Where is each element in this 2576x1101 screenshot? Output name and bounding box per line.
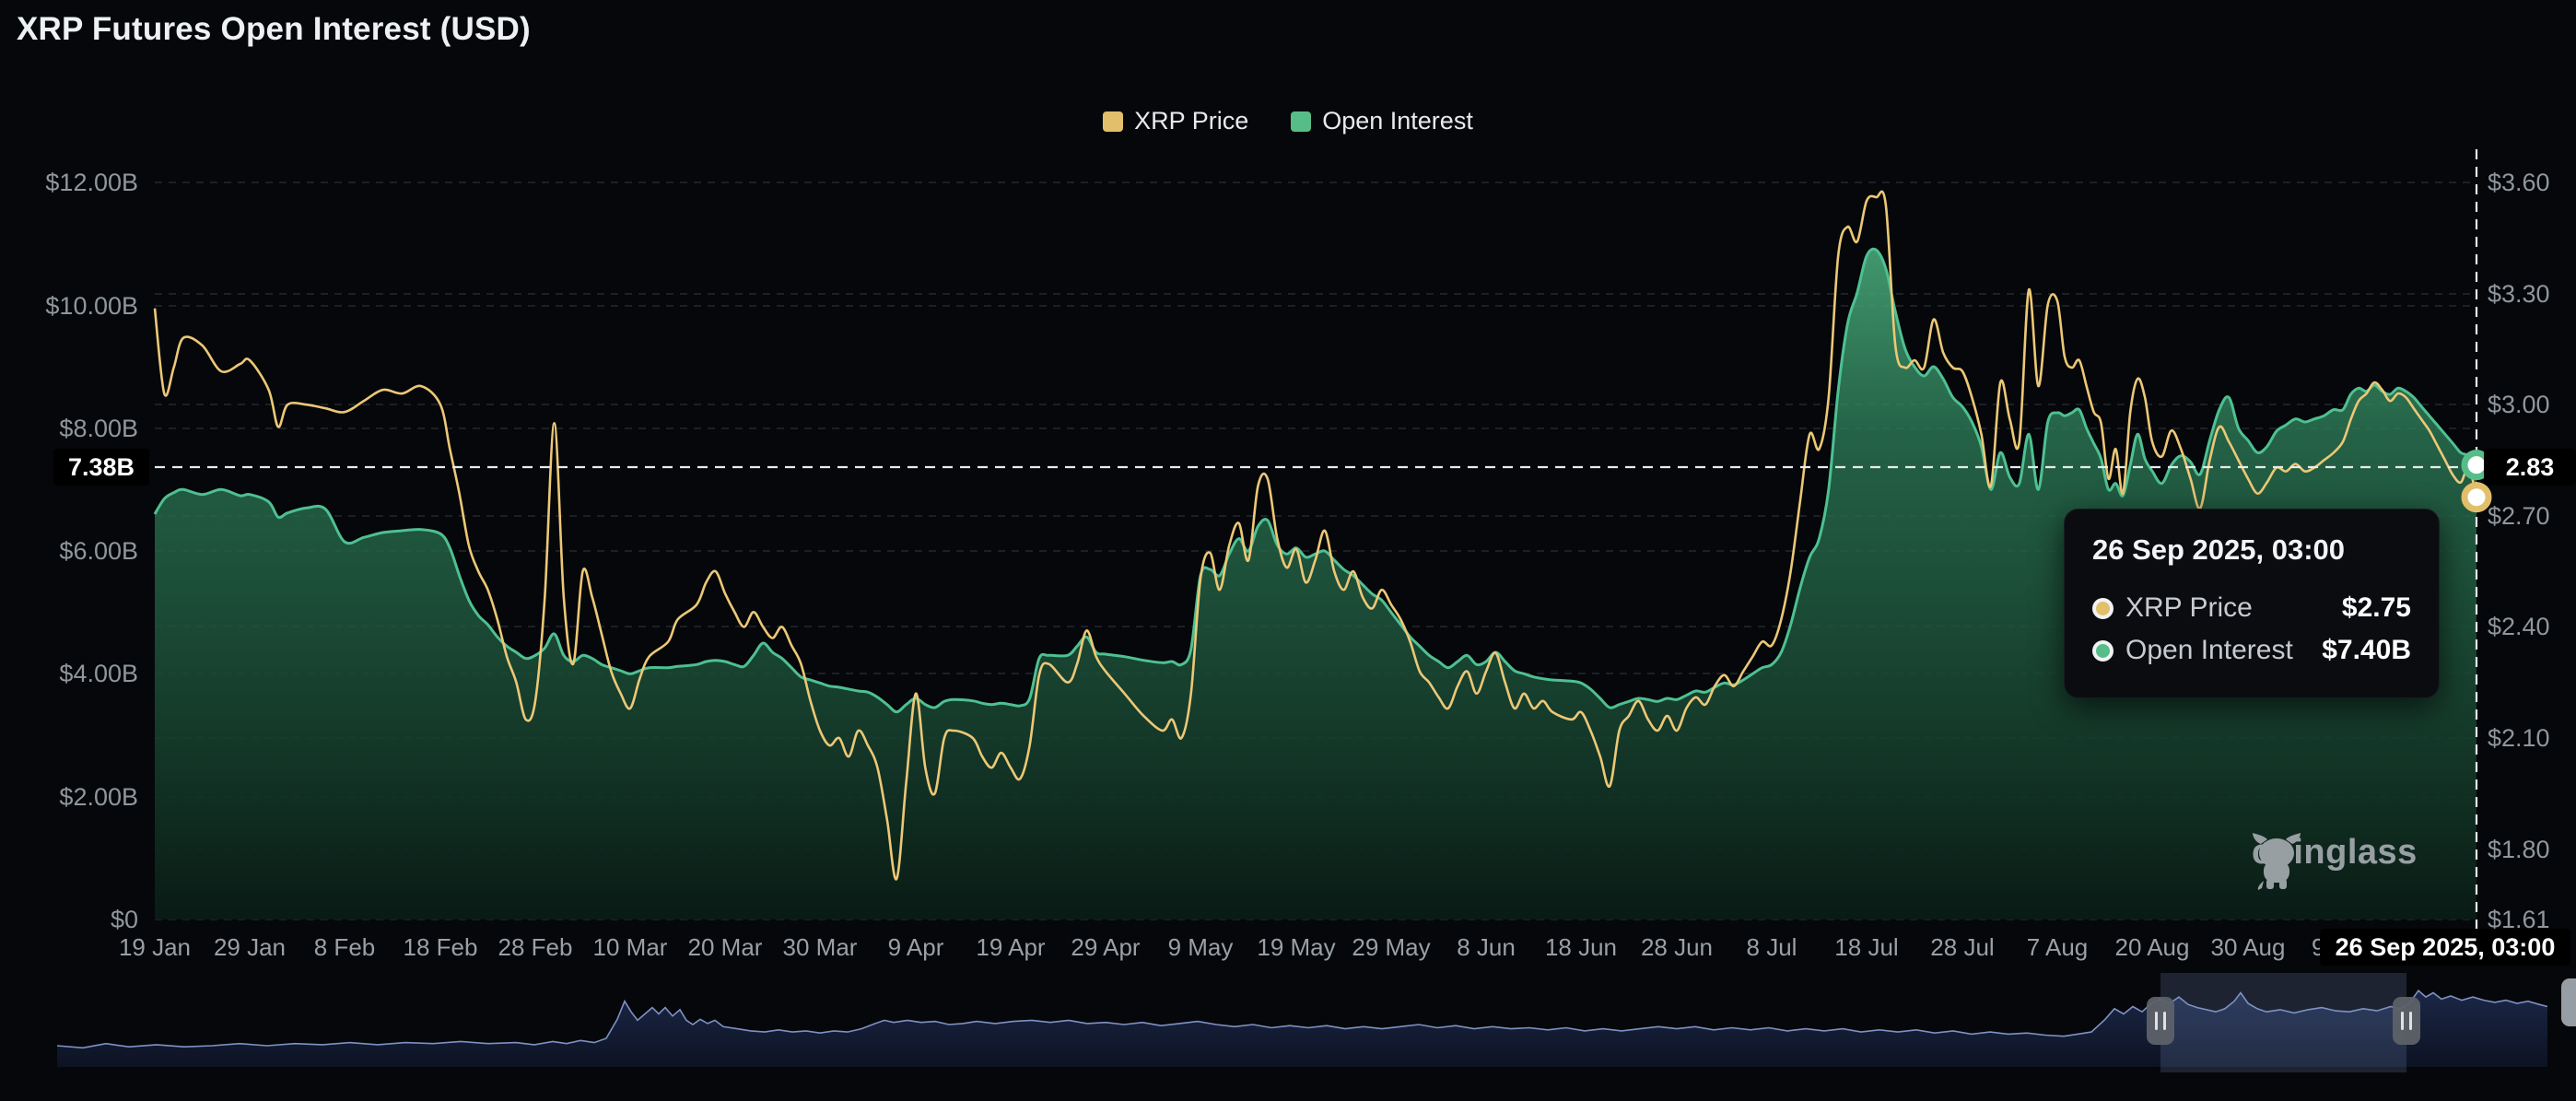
tooltip-row-open-interest: Open Interest $7.40B [2092,629,2411,672]
left-axis-label: $12.00B [0,167,138,198]
open-interest-dot-icon [2092,640,2113,662]
xrp-price-marker-icon [2465,486,2488,510]
date-crosshair-badge: 26 Sep 2025, 03:00 [2320,929,2570,966]
left-axis-label: $8.00B [0,413,138,444]
right-axis-label: $2.40 [2488,611,2550,642]
handle-grip-icon [2409,1012,2412,1030]
legend: XRP Price Open Interest [0,107,2576,135]
xrp-price-dot-icon [2092,598,2113,619]
tooltip-value-xrp-price: $2.75 [2342,592,2411,624]
open-interest-swatch-icon [1291,111,1311,132]
tooltip: 26 Sep 2025, 03:00 XRP Price $2.75 Open … [2064,509,2440,698]
left-axis-label: $4.00B [0,658,138,689]
right-axis-label: $3.00 [2488,389,2550,420]
legend-item-xrp-price[interactable]: XRP Price [1103,107,1248,135]
legend-label-open-interest: Open Interest [1322,107,1473,135]
legend-label-xrp-price: XRP Price [1134,107,1248,135]
scroll-edge-button[interactable] [2561,978,2576,1026]
tooltip-value-open-interest: $7.40B [2322,635,2411,666]
right-axis-label: $3.60 [2488,167,2550,198]
price-crosshair-badge: 2.83 [2484,449,2576,486]
oi-crosshair-badge: 7.38B [53,449,149,486]
navigator-selection-window[interactable] [2160,973,2406,1072]
tooltip-label-xrp-price: XRP Price [2125,592,2253,624]
right-axis-label: $2.70 [2488,500,2550,532]
handle-grip-icon [2155,1012,2158,1030]
legend-item-open-interest[interactable]: Open Interest [1291,107,1473,135]
left-axis-label: $2.00B [0,781,138,813]
right-axis-label: $3.30 [2488,278,2550,310]
navigator-handle-left[interactable] [2147,997,2174,1045]
coinglass-watermark: coinglass [2252,833,2418,873]
xrp-price-swatch-icon [1103,111,1123,132]
tooltip-label-open-interest: Open Interest [2125,635,2293,666]
coinglass-bull-icon [2252,833,2301,890]
tooltip-row-xrp-price: XRP Price $2.75 [2092,587,2411,629]
handle-grip-icon [2401,1012,2404,1030]
right-axis-label: $1.80 [2488,834,2550,865]
tooltip-date: 26 Sep 2025, 03:00 [2092,533,2411,567]
chart-title: XRP Futures Open Interest (USD) [17,11,531,48]
chart-panel: XRP Futures Open Interest (USD) XRP Pric… [0,0,2576,1101]
navigator-handle-right[interactable] [2393,997,2420,1045]
handle-grip-icon [2163,1012,2166,1030]
left-axis-label: $10.00B [0,290,138,322]
right-axis-label: $2.10 [2488,722,2550,754]
left-axis-label: $6.00B [0,535,138,567]
